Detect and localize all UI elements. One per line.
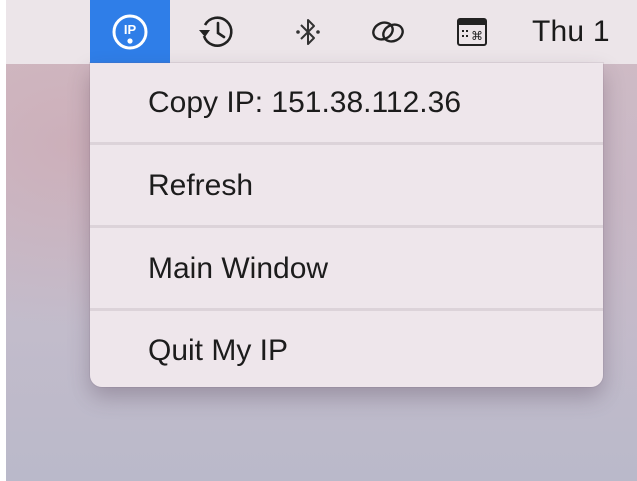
myip-dropdown-menu: Copy IP: 151.38.112.36 Refresh Main Wind… [90,63,603,387]
menu-item-quit[interactable]: Quit My IP [90,321,603,381]
chain-link-menubar-button[interactable] [362,0,414,64]
menu-item-copy-ip[interactable]: Copy IP: 151.38.112.36 [90,73,603,133]
menu-item-main-window[interactable]: Main Window [90,239,603,299]
menu-item-refresh[interactable]: Refresh [90,156,603,216]
keyboard-viewer-icon: ⌘ [457,18,487,46]
ip-badge-icon: IP [112,14,148,50]
svg-text:⌘: ⌘ [471,29,483,43]
chain-link-icon [372,21,404,43]
svg-text:IP: IP [124,22,137,37]
keyboard-viewer-menubar-button[interactable]: ⌘ [450,0,494,64]
time-machine-menubar-button[interactable] [190,0,242,64]
menubar-clock[interactable]: Thu 1 [532,0,637,64]
bluetooth-menubar-button[interactable] [288,0,328,64]
menu-separator [90,225,603,228]
menu-separator [90,308,603,311]
time-machine-icon [199,16,233,47]
bluetooth-icon [296,19,320,45]
menu-separator [90,142,603,145]
menu-bar: IP ⌘ Thu 1 [6,0,637,64]
myip-menubar-button[interactable]: IP [90,0,170,64]
